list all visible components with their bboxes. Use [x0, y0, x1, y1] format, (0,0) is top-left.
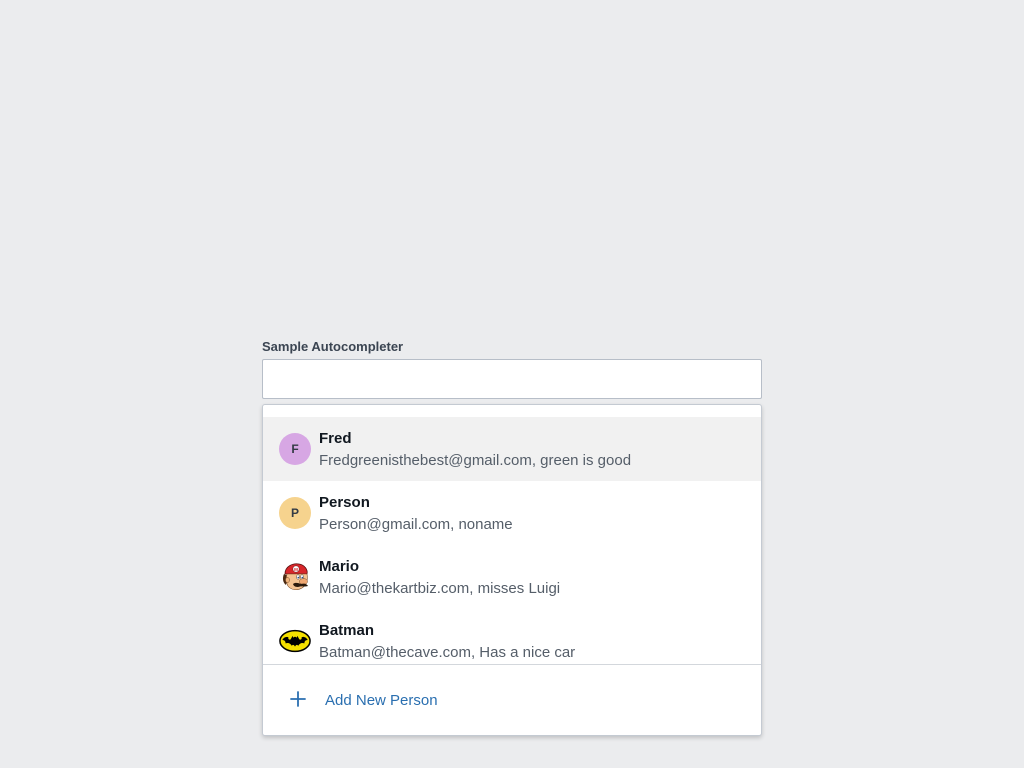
mario-face-icon: M — [279, 561, 311, 593]
option-detail: Person@gmail.com, noname — [319, 516, 513, 533]
svg-text:M: M — [294, 567, 298, 572]
option-name: Person — [319, 494, 370, 511]
avatar-initial: P — [290, 506, 299, 520]
bat-logo-icon — [279, 625, 311, 657]
option-name: Batman — [319, 622, 375, 639]
suggestion-option-batman[interactable]: Batman Batman@thecave.com, Has a nice ca… — [263, 609, 761, 665]
suggestion-list[interactable]: F Fred Fredgreenisthebest@gmail.com, gre… — [263, 417, 761, 665]
option-detail: Fredgreenisthebest@gmail.com, green is g… — [319, 452, 632, 469]
suggestion-dropdown: F Fred Fredgreenisthebest@gmail.com, gre… — [262, 404, 762, 736]
avatar: F — [279, 433, 311, 465]
autocomplete-field: Sample Autocompleter — [262, 338, 762, 399]
autocomplete-input[interactable] — [262, 359, 762, 399]
suggestion-option-mario[interactable]: M Mario Mario@thekartbiz.com, misses Lui… — [263, 545, 761, 609]
option-detail: Mario@thekartbiz.com, misses Luigi — [319, 580, 561, 597]
option-detail: Batman@thecave.com, Has a nice car — [319, 644, 576, 661]
avatar: P — [279, 497, 311, 529]
field-label: Sample Autocompleter — [262, 339, 404, 354]
add-new-person-label: Add New Person — [325, 692, 438, 709]
avatar-initial: F — [291, 442, 299, 456]
plus-icon — [289, 690, 307, 708]
option-name: Mario — [319, 558, 360, 575]
option-name: Fred — [319, 430, 352, 447]
suggestion-option-fred[interactable]: F Fred Fredgreenisthebest@gmail.com, gre… — [263, 417, 761, 481]
suggestion-option-person[interactable]: P Person Person@gmail.com, noname — [263, 481, 761, 545]
add-new-person-button[interactable]: Add New Person — [263, 665, 761, 735]
